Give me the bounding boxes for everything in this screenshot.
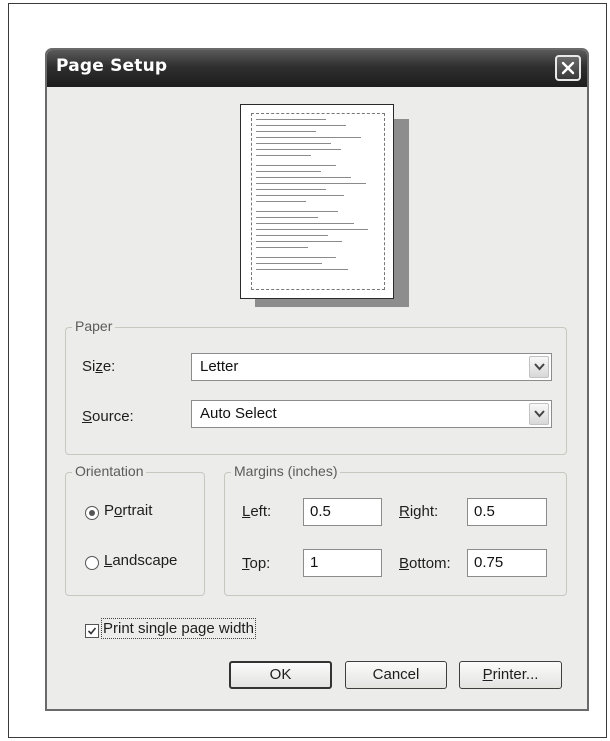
bottom-margin-label: Bottom: [399, 555, 451, 572]
radio-selected-dot [89, 510, 95, 516]
preview-text-line [256, 217, 318, 218]
right-margin-label: Right: [399, 503, 439, 520]
preview-text-line [256, 195, 344, 196]
left-margin-value: 0.5 [310, 503, 331, 520]
right-margin-value: 0.5 [474, 503, 495, 520]
preview-text-line [256, 201, 306, 202]
orientation-group-label: Orientation [72, 463, 147, 479]
preview-text-line [256, 235, 328, 236]
print-single-page-checkbox[interactable] [85, 624, 99, 638]
top-margin-label: Top: [242, 555, 271, 572]
left-margin-label: Left: [242, 503, 272, 520]
cancel-button[interactable]: Cancel [345, 661, 447, 689]
size-dropdown[interactable]: Letter [191, 353, 552, 381]
preview-text-line [256, 149, 341, 150]
preview-text-line [256, 171, 321, 172]
right-margin-input[interactable]: 0.5 [467, 498, 547, 526]
source-dropdown-button[interactable] [529, 403, 549, 425]
left-margin-input[interactable]: 0.5 [303, 498, 382, 526]
checkmark-icon [87, 627, 97, 635]
preview-margin-outline [251, 113, 385, 290]
title-bar[interactable]: Page Setup [47, 50, 587, 87]
preview-text-line [256, 263, 322, 264]
size-label: Size: [82, 358, 116, 375]
preview-text-line [256, 269, 348, 270]
print-single-page-label[interactable]: Print single page width [101, 618, 256, 639]
preview-text-line [256, 189, 326, 190]
preview-text-line [256, 257, 336, 258]
preview-text-line [256, 183, 366, 184]
ok-button[interactable]: OK [229, 661, 332, 689]
preview-text-line [256, 143, 331, 144]
preview-text-line [256, 211, 338, 212]
portrait-radio[interactable] [85, 506, 99, 520]
bottom-margin-input[interactable]: 0.75 [467, 549, 547, 577]
printer-button[interactable]: Printer... [459, 661, 562, 689]
preview-text-line [256, 229, 368, 230]
preview-text-line [256, 247, 308, 248]
landscape-radio[interactable] [85, 556, 99, 570]
close-icon [561, 61, 575, 75]
landscape-label[interactable]: Landscape [104, 552, 177, 569]
preview-text-line [256, 223, 354, 224]
bottom-margin-value: 0.75 [474, 554, 504, 571]
chevron-down-icon [534, 363, 545, 371]
preview-text-line [256, 119, 326, 120]
size-dropdown-value: Letter [200, 358, 239, 375]
portrait-label[interactable]: Portrait [104, 502, 152, 519]
preview-text-line [256, 125, 346, 126]
size-dropdown-button[interactable] [529, 356, 549, 378]
close-button[interactable] [555, 55, 581, 81]
paper-group-label: Paper [72, 318, 116, 334]
top-margin-input[interactable]: 1 [303, 549, 382, 577]
source-dropdown-value: Auto Select [200, 405, 277, 422]
preview-text-line [256, 165, 336, 166]
margins-group: Margins (inches) [224, 463, 567, 596]
page-preview [240, 104, 394, 299]
preview-text-line [256, 137, 361, 138]
preview-text-line [256, 177, 351, 178]
dialog-title: Page Setup [56, 56, 168, 76]
orientation-group: Orientation [65, 463, 205, 596]
source-dropdown[interactable]: Auto Select [191, 400, 552, 428]
margins-group-label: Margins (inches) [231, 463, 341, 479]
page-setup-dialog: Page Setup Paper Size: Letter Source: Au… [45, 48, 589, 711]
preview-text-line [256, 155, 311, 156]
source-label: Source: [82, 408, 134, 425]
chevron-down-icon [534, 410, 545, 418]
top-margin-value: 1 [310, 554, 319, 571]
preview-text-line [256, 241, 342, 242]
paper-group: Paper [65, 318, 567, 455]
preview-text-line [256, 131, 316, 132]
